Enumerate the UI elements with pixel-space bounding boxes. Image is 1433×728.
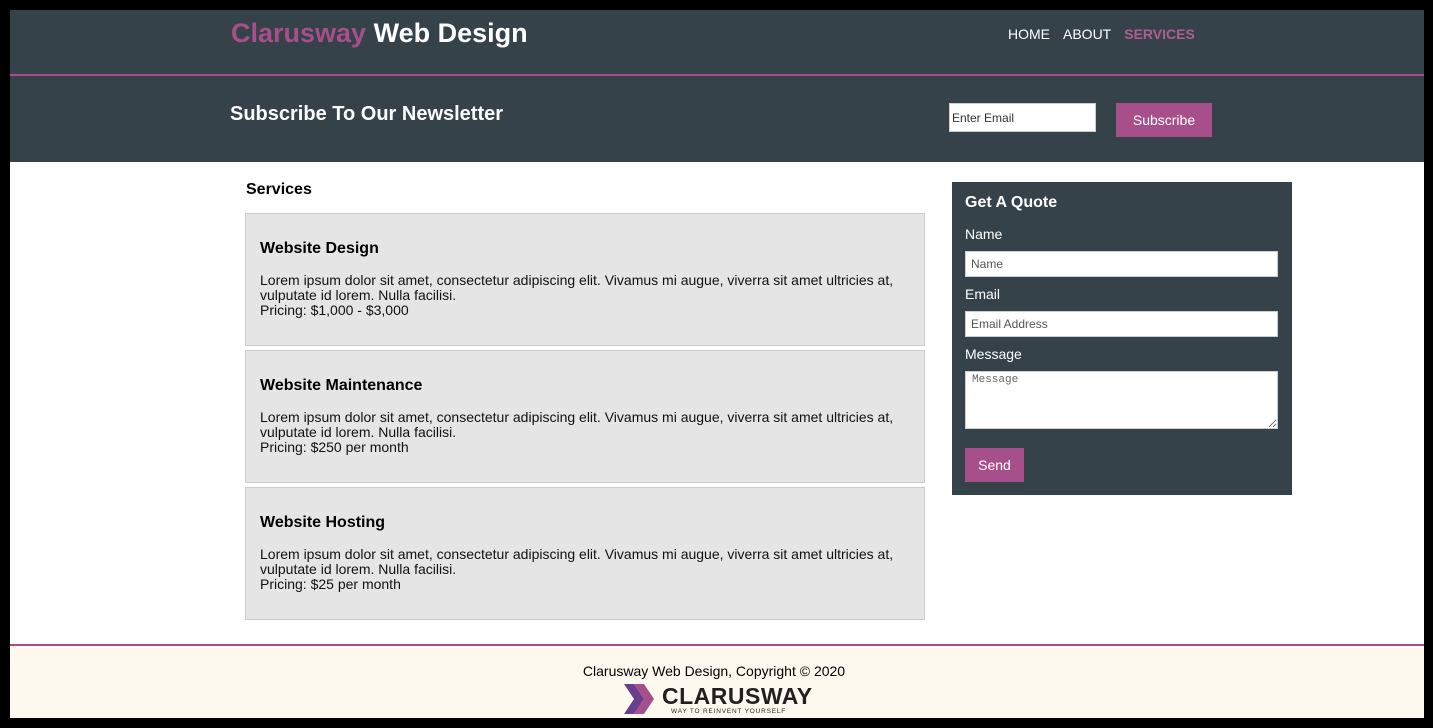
service-description: Lorem ipsum dolor sit amet, consectetur … <box>260 272 894 303</box>
service-description-block: Lorem ipsum dolor sit amet, consectetur … <box>260 547 900 592</box>
clarusway-logo: CLARUSWAY WAY TO REINVENT YOURSELF <box>622 682 812 718</box>
service-card: Website Hosting Lorem ipsum dolor sit am… <box>245 487 925 620</box>
service-pricing: Pricing: $25 per month <box>260 576 401 592</box>
message-label: Message <box>965 346 1022 362</box>
nav-services[interactable]: SERVICES <box>1124 26 1195 42</box>
quote-form: Get A Quote Name Email Message Send <box>952 182 1292 495</box>
brand-rest: Web Design <box>366 18 528 48</box>
service-title: Website Design <box>260 240 379 257</box>
logo-wordmark: CLARUSWAY <box>662 683 813 709</box>
nav-about[interactable]: ABOUT <box>1063 26 1111 42</box>
copyright-text: Clarusway Web Design, Copyright © 2020 <box>582 663 846 679</box>
message-textarea[interactable] <box>965 371 1278 429</box>
email-label: Email <box>965 286 1001 302</box>
service-description: Lorem ipsum dolor sit amet, consectetur … <box>260 409 894 440</box>
service-pricing: Pricing: $1,000 - $3,000 <box>260 302 409 318</box>
service-description: Lorem ipsum dolor sit amet, consectetur … <box>260 546 894 577</box>
logo-chevron-icon <box>624 684 654 714</box>
nav-home[interactable]: HOME <box>1008 26 1050 42</box>
service-title: Website Maintenance <box>260 377 423 394</box>
site-footer: Clarusway Web Design, Copyright © 2020 C… <box>10 644 1424 718</box>
newsletter-section: Subscribe To Our Newsletter Subscribe <box>10 76 1424 162</box>
newsletter-email-input[interactable] <box>949 103 1096 132</box>
email-input[interactable] <box>965 311 1278 337</box>
name-label: Name <box>965 226 1003 242</box>
name-input[interactable] <box>965 251 1278 277</box>
brand-title[interactable]: Clarusway Web Design <box>231 18 528 49</box>
service-description-block: Lorem ipsum dolor sit amet, consectetur … <box>260 410 900 455</box>
main-nav: HOME ABOUT SERVICES <box>1008 26 1208 42</box>
logo-tagline: WAY TO REINVENT YOURSELF <box>671 708 787 715</box>
services-heading: Services <box>246 181 312 198</box>
send-button[interactable]: Send <box>965 448 1024 482</box>
service-description-block: Lorem ipsum dolor sit amet, consectetur … <box>260 273 900 318</box>
site-header: Clarusway Web Design HOME ABOUT SERVICES <box>10 10 1424 76</box>
service-pricing: Pricing: $250 per month <box>260 439 409 455</box>
subscribe-button[interactable]: Subscribe <box>1116 103 1212 137</box>
service-card: Website Design Lorem ipsum dolor sit ame… <box>245 213 925 346</box>
service-card: Website Maintenance Lorem ipsum dolor si… <box>245 350 925 483</box>
page: Clarusway Web Design HOME ABOUT SERVICES… <box>10 10 1424 718</box>
service-title: Website Hosting <box>260 514 386 531</box>
brand-highlight: Clarusway <box>231 18 367 48</box>
newsletter-title: Subscribe To Our Newsletter <box>230 103 504 125</box>
quote-title: Get A Quote <box>965 194 1058 211</box>
